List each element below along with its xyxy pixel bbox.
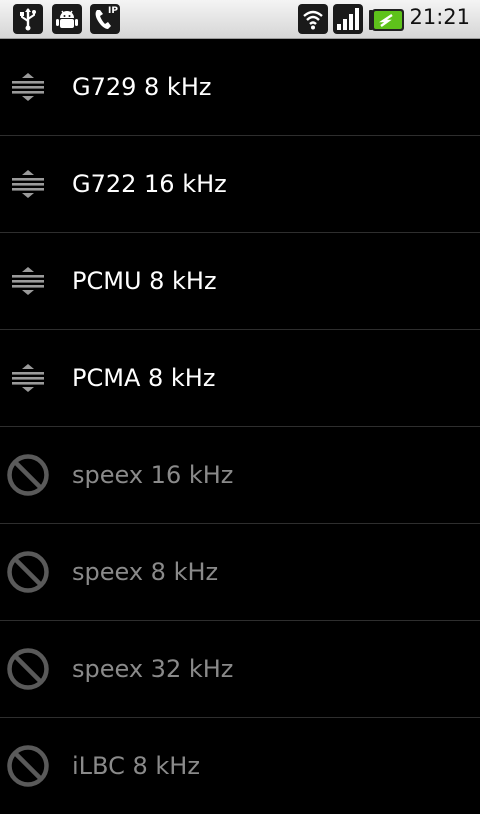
codec-row[interactable]: G722 16 kHz — [0, 136, 480, 233]
android-debug-icon — [52, 4, 82, 34]
battery-charging-icon — [369, 9, 405, 35]
codec-row[interactable]: speex 16 kHz — [0, 427, 480, 524]
codec-row[interactable]: speex 8 kHz — [0, 524, 480, 621]
disabled-icon — [6, 453, 50, 497]
codec-label: G729 8 kHz — [72, 73, 212, 101]
signal-icon — [333, 4, 363, 34]
codec-row[interactable]: PCMA 8 kHz — [0, 330, 480, 427]
disabled-icon — [6, 744, 50, 788]
codec-label: PCMU 8 kHz — [72, 267, 217, 295]
drag-handle-icon[interactable] — [6, 259, 50, 303]
codec-label: speex 32 kHz — [72, 655, 234, 683]
codec-label: speex 16 kHz — [72, 461, 234, 489]
clock: 21:21 — [409, 5, 470, 29]
disabled-icon — [6, 550, 50, 594]
codec-row[interactable]: G729 8 kHz — [0, 39, 480, 136]
wifi-icon — [298, 4, 328, 34]
codec-label: PCMA 8 kHz — [72, 364, 216, 392]
drag-handle-icon[interactable] — [6, 162, 50, 206]
drag-handle-icon[interactable] — [6, 65, 50, 109]
codec-label: G722 16 kHz — [72, 170, 227, 198]
status-bar: IP 21:21 — [0, 0, 480, 39]
disabled-icon — [6, 647, 50, 691]
usb-icon — [13, 4, 43, 34]
codec-list: G729 8 kHz G722 16 kHz PCMU 8 kHz PCMA 8 kH… — [0, 39, 480, 814]
drag-handle-icon[interactable] — [6, 356, 50, 400]
codec-row[interactable]: PCMU 8 kHz — [0, 233, 480, 330]
codec-row[interactable]: speex 32 kHz — [0, 621, 480, 718]
codec-label: speex 8 kHz — [72, 558, 219, 586]
sip-badge: IP — [108, 6, 118, 16]
sip-phone-icon: IP — [90, 4, 120, 34]
